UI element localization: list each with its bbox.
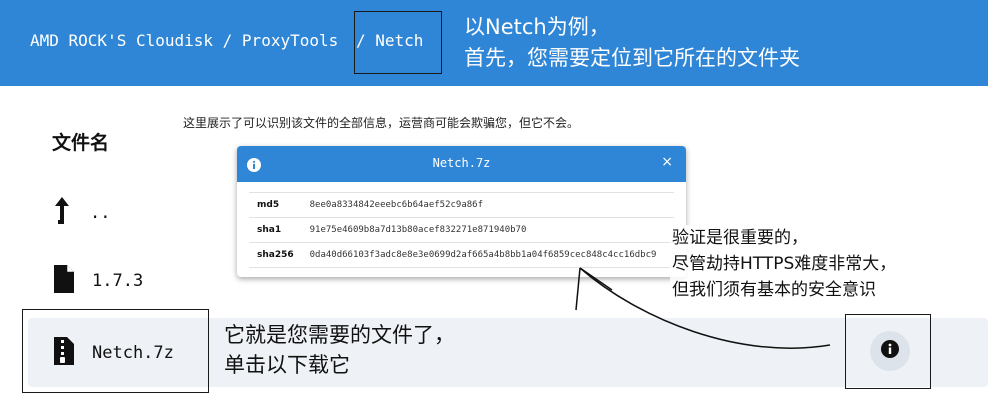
verify-annotation-line1: 验证是很重要的， [672, 228, 808, 248]
verify-annotation: 验证是很重要的， 尽管劫持HTTPS难度非常大， 但我们须有基本的安全意识 [670, 225, 899, 303]
annotation-arrow [575, 267, 831, 349]
verify-annotation-line2: 尽管劫持HTTPS难度非常大， [672, 254, 897, 274]
verify-annotation-line3: 但我们须有基本的安全意识 [672, 280, 876, 300]
